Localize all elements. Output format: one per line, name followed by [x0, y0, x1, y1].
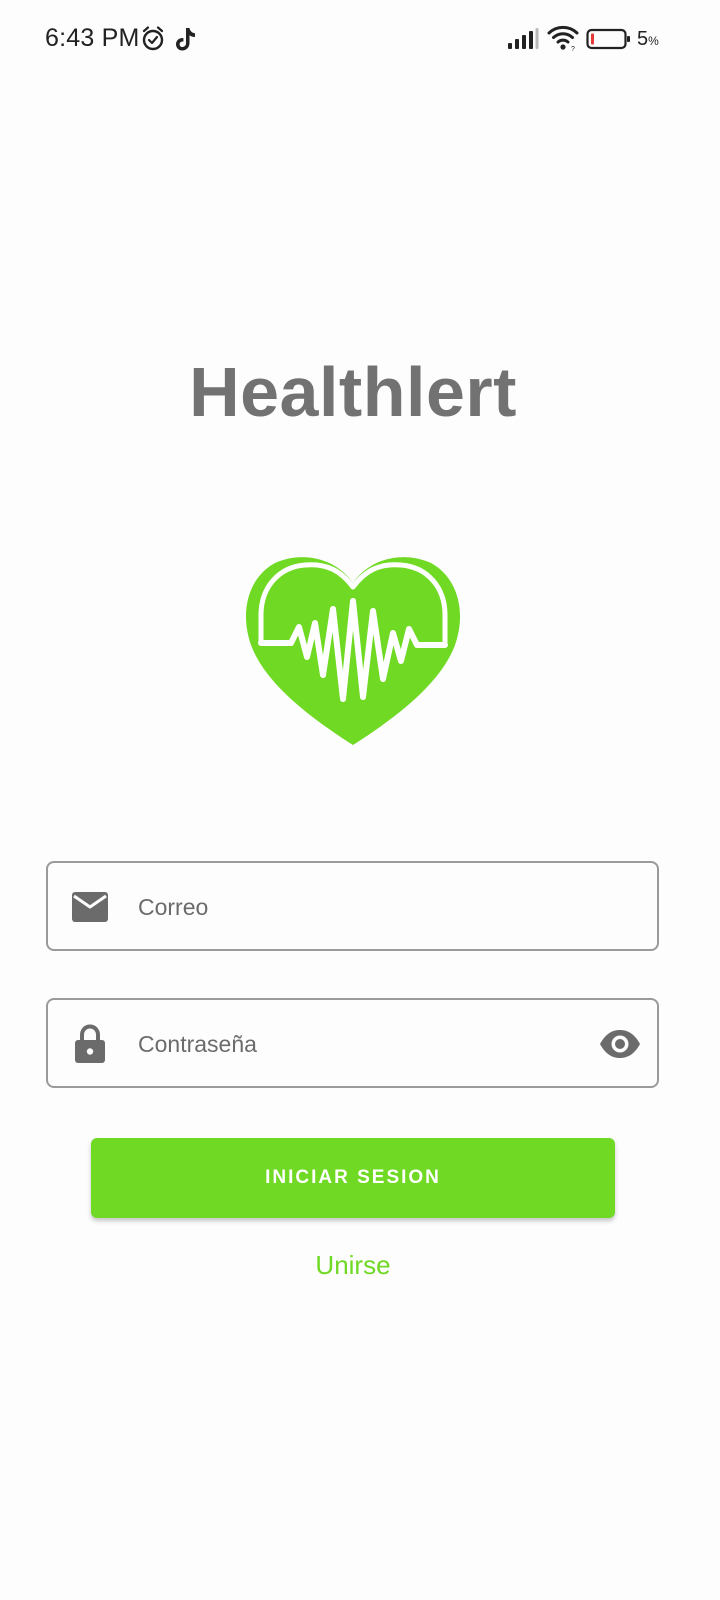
- lock-icon: [75, 1024, 105, 1063]
- heart-pulse-logo: [245, 557, 461, 745]
- svg-text:?: ?: [571, 46, 575, 52]
- wifi-icon: ?: [547, 25, 579, 52]
- tiktok-icon: [176, 28, 195, 51]
- login-button[interactable]: INICIAR SESION: [91, 1138, 615, 1218]
- status-bar: 6:43 PM ? 5%: [0, 0, 720, 80]
- join-link[interactable]: Unirse: [0, 1250, 706, 1281]
- signal-icon: [508, 28, 539, 49]
- app-title: Healthlert: [189, 353, 517, 431]
- email-icon: [72, 892, 108, 922]
- password-field[interactable]: [46, 998, 659, 1088]
- alarm-icon: [142, 26, 164, 51]
- battery-percent-sign: %: [648, 34, 659, 48]
- battery-icon: [586, 28, 630, 50]
- email-field[interactable]: [46, 861, 659, 951]
- login-screen: 6:43 PM ? 5% Healthlert Correo INICIAR S…: [0, 0, 720, 1600]
- battery-percent-value: 5: [637, 28, 649, 50]
- eye-icon[interactable]: [599, 1029, 641, 1059]
- status-time: 6:43 PM: [45, 24, 140, 52]
- password-input[interactable]: [138, 1020, 578, 1068]
- email-input[interactable]: [138, 883, 578, 931]
- battery-percent: 5%: [637, 28, 659, 51]
